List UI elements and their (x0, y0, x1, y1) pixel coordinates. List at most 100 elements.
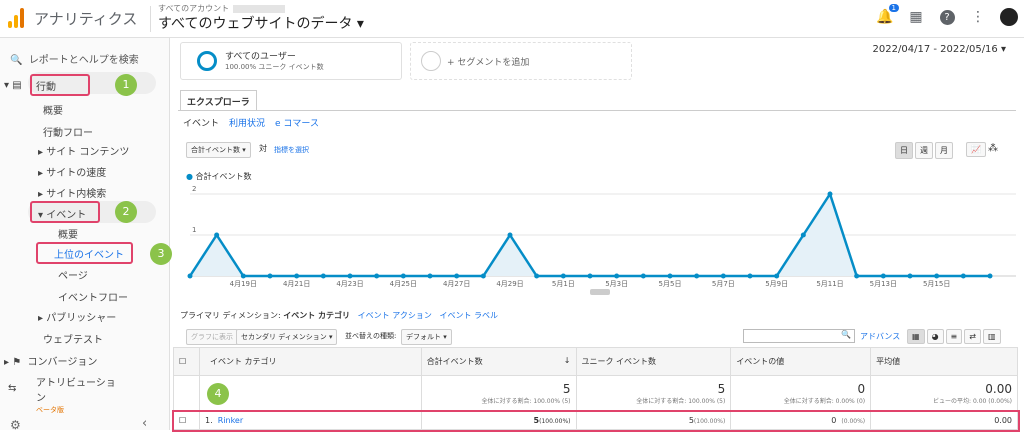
sidebar-item-events-flow[interactable]: イベントフロー (58, 289, 128, 304)
avatar[interactable] (1000, 8, 1018, 26)
sidebar-item-conversions[interactable]: ▸ ⚑ コンバージョン (4, 353, 97, 368)
data-point (800, 232, 806, 238)
x-tick-label: 4月19日 (230, 280, 257, 288)
app-title: アナリティクス (34, 10, 138, 28)
sublink-usage[interactable]: 利用状況 (229, 116, 265, 129)
totals-avg-value: 0.00 ビューの平均: 0.00 (0.00%) (870, 375, 1018, 412)
month-button[interactable]: 月 (935, 142, 953, 159)
plot-rows-button[interactable]: グラフに表示 (186, 329, 238, 345)
x-tick-label: 5月9日 (765, 280, 788, 288)
x-tick-label: 5月7日 (712, 280, 735, 288)
secondary-dimension-dropdown[interactable]: セカンダリ ディメンション ▾ (236, 329, 338, 345)
data-point (240, 273, 246, 279)
data-point (614, 273, 620, 279)
header-avg-value[interactable]: 平均値 (870, 347, 1018, 376)
table-search-input[interactable]: 🔍 (743, 329, 855, 343)
more-vert-icon[interactable]: ⋮ (969, 8, 987, 26)
view-selector[interactable]: すべてのウェブサイトのデータ ▾ (158, 13, 364, 33)
header-total-events[interactable]: 合計イベント数 ↓ (420, 347, 577, 376)
sublink-ecommerce[interactable]: e コマース (275, 116, 319, 129)
x-tick-label: 5月13日 (870, 280, 897, 288)
sidebar-item-site-speed[interactable]: ▸ サイトの速度 (38, 164, 106, 179)
data-point (267, 273, 273, 279)
data-point (507, 232, 513, 238)
row-checkbox[interactable]: ☐ (173, 411, 200, 430)
data-point (320, 273, 326, 279)
search-icon[interactable]: 🔍 (841, 330, 851, 339)
data-point (880, 273, 886, 279)
dimension-event-label[interactable]: イベント ラベル (439, 311, 498, 320)
behavior-icon: ▾ ▤ (4, 80, 22, 91)
sidebar-item-pages[interactable]: ページ (58, 267, 88, 282)
week-button[interactable]: 週 (915, 142, 933, 159)
data-point (454, 273, 460, 279)
pie-view-icon[interactable]: ◕ (926, 329, 944, 344)
day-button[interactable]: 日 (895, 142, 913, 159)
x-tick-label: 5月1日 (552, 280, 575, 288)
search-icon: 🔍 (10, 55, 23, 66)
collapse-sidebar-icon[interactable]: ‹ (142, 416, 147, 431)
sublink-events[interactable]: イベント (183, 116, 219, 129)
data-point (347, 273, 353, 279)
sort-type-dropdown[interactable]: デフォルト ▾ (401, 329, 452, 345)
performance-view-icon[interactable]: ≡ (945, 329, 963, 344)
header-unique-events[interactable]: ユニーク イベント数 (575, 347, 732, 376)
bell-icon[interactable]: 🔔 1 (876, 4, 899, 26)
apps-grid-icon[interactable]: ▦ (907, 8, 925, 26)
x-tick-label: 5月5日 (659, 280, 682, 288)
vs-label: 対 (259, 144, 267, 153)
header-event-category[interactable]: イベント カテゴリ (198, 347, 422, 376)
line-chart-icon[interactable]: 📈 (966, 142, 986, 157)
data-point (907, 273, 913, 279)
table-row: ☐ 1. Rinker 5(100.00%) 5(100.00%) 0 (0.0… (171, 409, 1020, 432)
sidebar-item-attribution[interactable]: アトリビューションベータ版 (36, 374, 116, 415)
primary-dimension-bar: プライマリ ディメンション: イベント カテゴリ イベント アクション イベント… (180, 311, 499, 320)
dimension-event-action[interactable]: イベント アクション (358, 311, 432, 320)
x-tick-label: 4月21日 (283, 280, 310, 288)
metric-dropdown[interactable]: 合計イベント数 ▾ (186, 142, 251, 158)
date-range-picker[interactable]: 2022/04/17 - 2022/05/16 ▾ (873, 44, 1006, 55)
data-point (400, 273, 406, 279)
row-link-rinker[interactable]: Rinker (218, 416, 243, 425)
y-tick-label: 2 (192, 185, 196, 193)
data-point (534, 273, 540, 279)
header-event-value[interactable]: イベントの値 (730, 347, 872, 376)
sidebar-item-publishers[interactable]: ▸ パブリッシャー (38, 309, 116, 324)
flag-icon: ⚑ (12, 357, 22, 368)
x-tick-label: 5月3日 (605, 280, 628, 288)
pivot-view-icon[interactable]: ▥ (982, 329, 1001, 344)
sidebar-item-overview[interactable]: 概要 (43, 102, 63, 117)
advanced-filter-link[interactable]: アドバンス (860, 331, 900, 342)
data-point (747, 273, 753, 279)
totals-unique-events: 5 全体に対する割合: 100.00% (5) (575, 375, 732, 412)
sidebar-item-site-search[interactable]: ▸ サイト内検索 (38, 185, 106, 200)
add-segment-button[interactable]: + セグメントを追加 (410, 42, 632, 80)
segment-all-users[interactable]: すべてのユーザー 100.00% ユニーク イベント数 (180, 42, 402, 80)
totals-total-events: 5 全体に対する割合: 100.00% (5) (420, 375, 577, 412)
tab-explorer[interactable]: エクスプローラ (180, 90, 257, 110)
sidebar-item-experiments[interactable]: ウェブテスト (43, 331, 103, 346)
x-tick-label: 5月11日 (816, 280, 843, 288)
comparison-view-icon[interactable]: ⇄ (964, 329, 981, 344)
select-metric-link[interactable]: 指標を選択 (274, 145, 309, 155)
data-point (720, 273, 726, 279)
sidebar-item-events-overview[interactable]: 概要 (58, 226, 78, 241)
data-point (960, 273, 966, 279)
chart-resize-handle[interactable] (590, 289, 610, 295)
attribution-icon: ⇆ (8, 383, 17, 394)
sidebar-item-behavior-flow[interactable]: 行動フロー (43, 124, 93, 139)
top-bar: アナリティクス すべてのアカウント すべてのウェブサイトのデータ ▾ 🔔 1 ▦ … (0, 0, 1024, 38)
data-point (827, 191, 833, 197)
select-all-checkbox[interactable]: ☐ (173, 347, 200, 376)
table-view-icon[interactable]: ▦ (907, 329, 925, 344)
sort-type-label: 並べ替えの種類: (345, 332, 397, 340)
sidebar: 🔍 レポートとヘルプを検索 ▾ ▤ 行動 1 概要 行動フロー ▸ サイト コン… (0, 38, 172, 432)
table-view-toggle[interactable]: ▦ ◕ ≡ ⇄ ▥ (907, 329, 1001, 344)
data-point (987, 273, 993, 279)
sidebar-search[interactable]: 🔍 レポートとヘルプを検索 (10, 51, 139, 66)
data-point (374, 273, 380, 279)
help-icon[interactable]: ? (938, 8, 956, 26)
motion-chart-icon[interactable]: ⁂ (988, 143, 998, 154)
sidebar-item-site-content[interactable]: ▸ サイト コンテンツ (38, 143, 129, 158)
data-point (667, 273, 673, 279)
